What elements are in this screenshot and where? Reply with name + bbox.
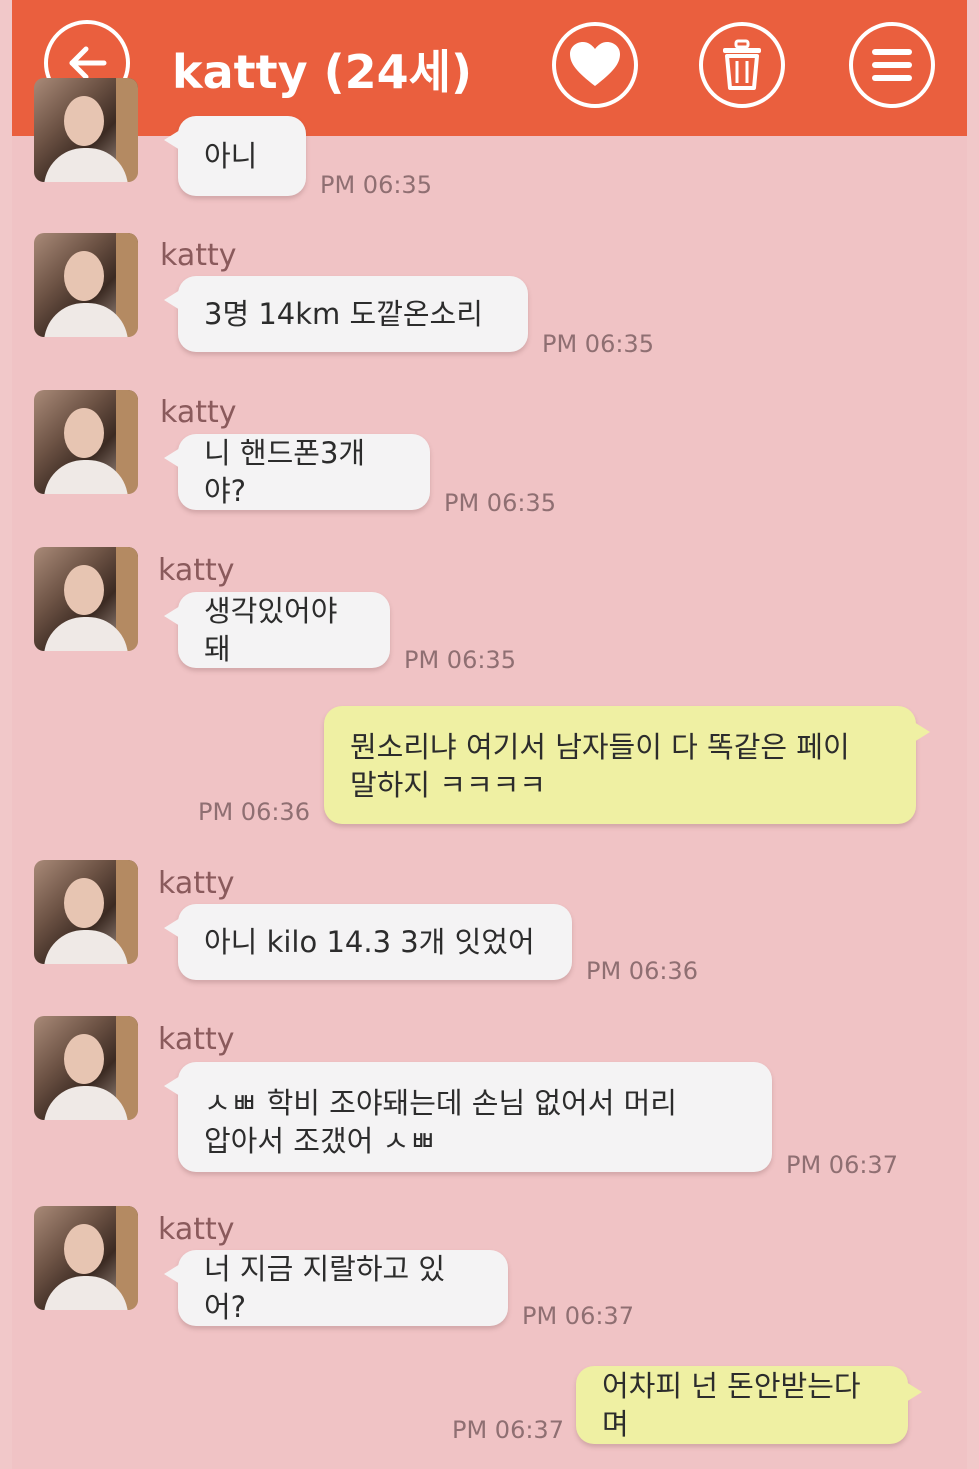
message-bubble[interactable]: ㅅㅃ 학비 조야돼는데 손님 없어서 머리 압아서 조갰어 ㅅㅃ <box>164 1062 772 1172</box>
message-bubble-outgoing[interactable]: 뭔소리냐 여기서 남자들이 다 똑같은 페이 말하지 ㅋㅋㅋㅋ <box>324 706 930 824</box>
message-text: 뭔소리냐 여기서 남자들이 다 똑같은 페이 말하지 ㅋㅋㅋㅋ <box>350 730 850 802</box>
message-text: 생각있어야돼 <box>204 594 338 666</box>
avatar[interactable] <box>34 390 138 494</box>
avatar[interactable] <box>34 233 138 337</box>
sender-name: katty <box>158 553 235 588</box>
delete-button[interactable] <box>699 22 785 108</box>
avatar[interactable] <box>34 78 138 182</box>
message-text: 어차피 넌 돈안받는다며 <box>602 1369 861 1441</box>
avatar[interactable] <box>34 1206 138 1310</box>
sender-name: katty <box>158 866 235 901</box>
message-time: PM 06:37 <box>786 1151 898 1179</box>
message-time: PM 06:36 <box>198 798 310 826</box>
message-bubble[interactable]: 아니 kilo 14.3 3개 잇었어 <box>164 904 572 980</box>
message-bubble-outgoing[interactable]: 어차피 넌 돈안받는다며 <box>576 1366 922 1444</box>
message-text: 아니 <box>204 139 258 173</box>
sender-name: katty <box>158 1022 235 1057</box>
message-time: PM 06:35 <box>320 171 432 199</box>
message-text: 니 핸드폰3개야? <box>204 436 366 508</box>
message-time: PM 06:37 <box>522 1302 634 1330</box>
favorite-button[interactable] <box>552 22 638 108</box>
message-time: PM 06:36 <box>586 957 698 985</box>
message-time: PM 06:37 <box>452 1416 564 1444</box>
message-text: 아니 kilo 14.3 3개 잇었어 <box>204 925 535 959</box>
message-bubble[interactable]: 니 핸드폰3개야? <box>164 434 430 510</box>
menu-button[interactable] <box>849 22 935 108</box>
message-list[interactable]: 아니 PM 06:35 katty 3명 14km 도깥온소리 PM 06:35… <box>12 78 967 1469</box>
trash-icon <box>723 39 761 90</box>
heart-icon <box>570 42 620 86</box>
avatar[interactable] <box>34 860 138 964</box>
message-bubble[interactable]: 아니 <box>164 116 306 196</box>
chat-title: katty (24세) <box>172 45 472 99</box>
message-time: PM 06:35 <box>444 489 556 517</box>
message-text: 3명 14km 도깥온소리 <box>204 297 483 331</box>
message-time: PM 06:35 <box>542 330 654 358</box>
message-bubble[interactable]: 너 지금 지랄하고 있어? <box>164 1250 508 1326</box>
sender-name: katty <box>158 1212 235 1247</box>
chat-header: katty (24세) <box>12 0 967 136</box>
avatar[interactable] <box>34 547 138 651</box>
sender-name: katty <box>160 238 237 273</box>
chat-screen: katty (24세) 아니 PM 06:35 katty 3명 14km 도깥… <box>12 0 967 1469</box>
message-bubble[interactable]: 생각있어야돼 <box>164 592 390 668</box>
message-text: 너 지금 지랄하고 있어? <box>204 1252 446 1324</box>
message-text: ㅅㅃ 학비 조야돼는데 손님 없어서 머리 압아서 조갰어 ㅅㅃ <box>204 1086 677 1158</box>
avatar[interactable] <box>34 1016 138 1120</box>
message-time: PM 06:35 <box>404 646 516 674</box>
menu-icon <box>872 49 912 81</box>
message-bubble[interactable]: 3명 14km 도깥온소리 <box>164 276 528 352</box>
sender-name: katty <box>160 395 237 430</box>
